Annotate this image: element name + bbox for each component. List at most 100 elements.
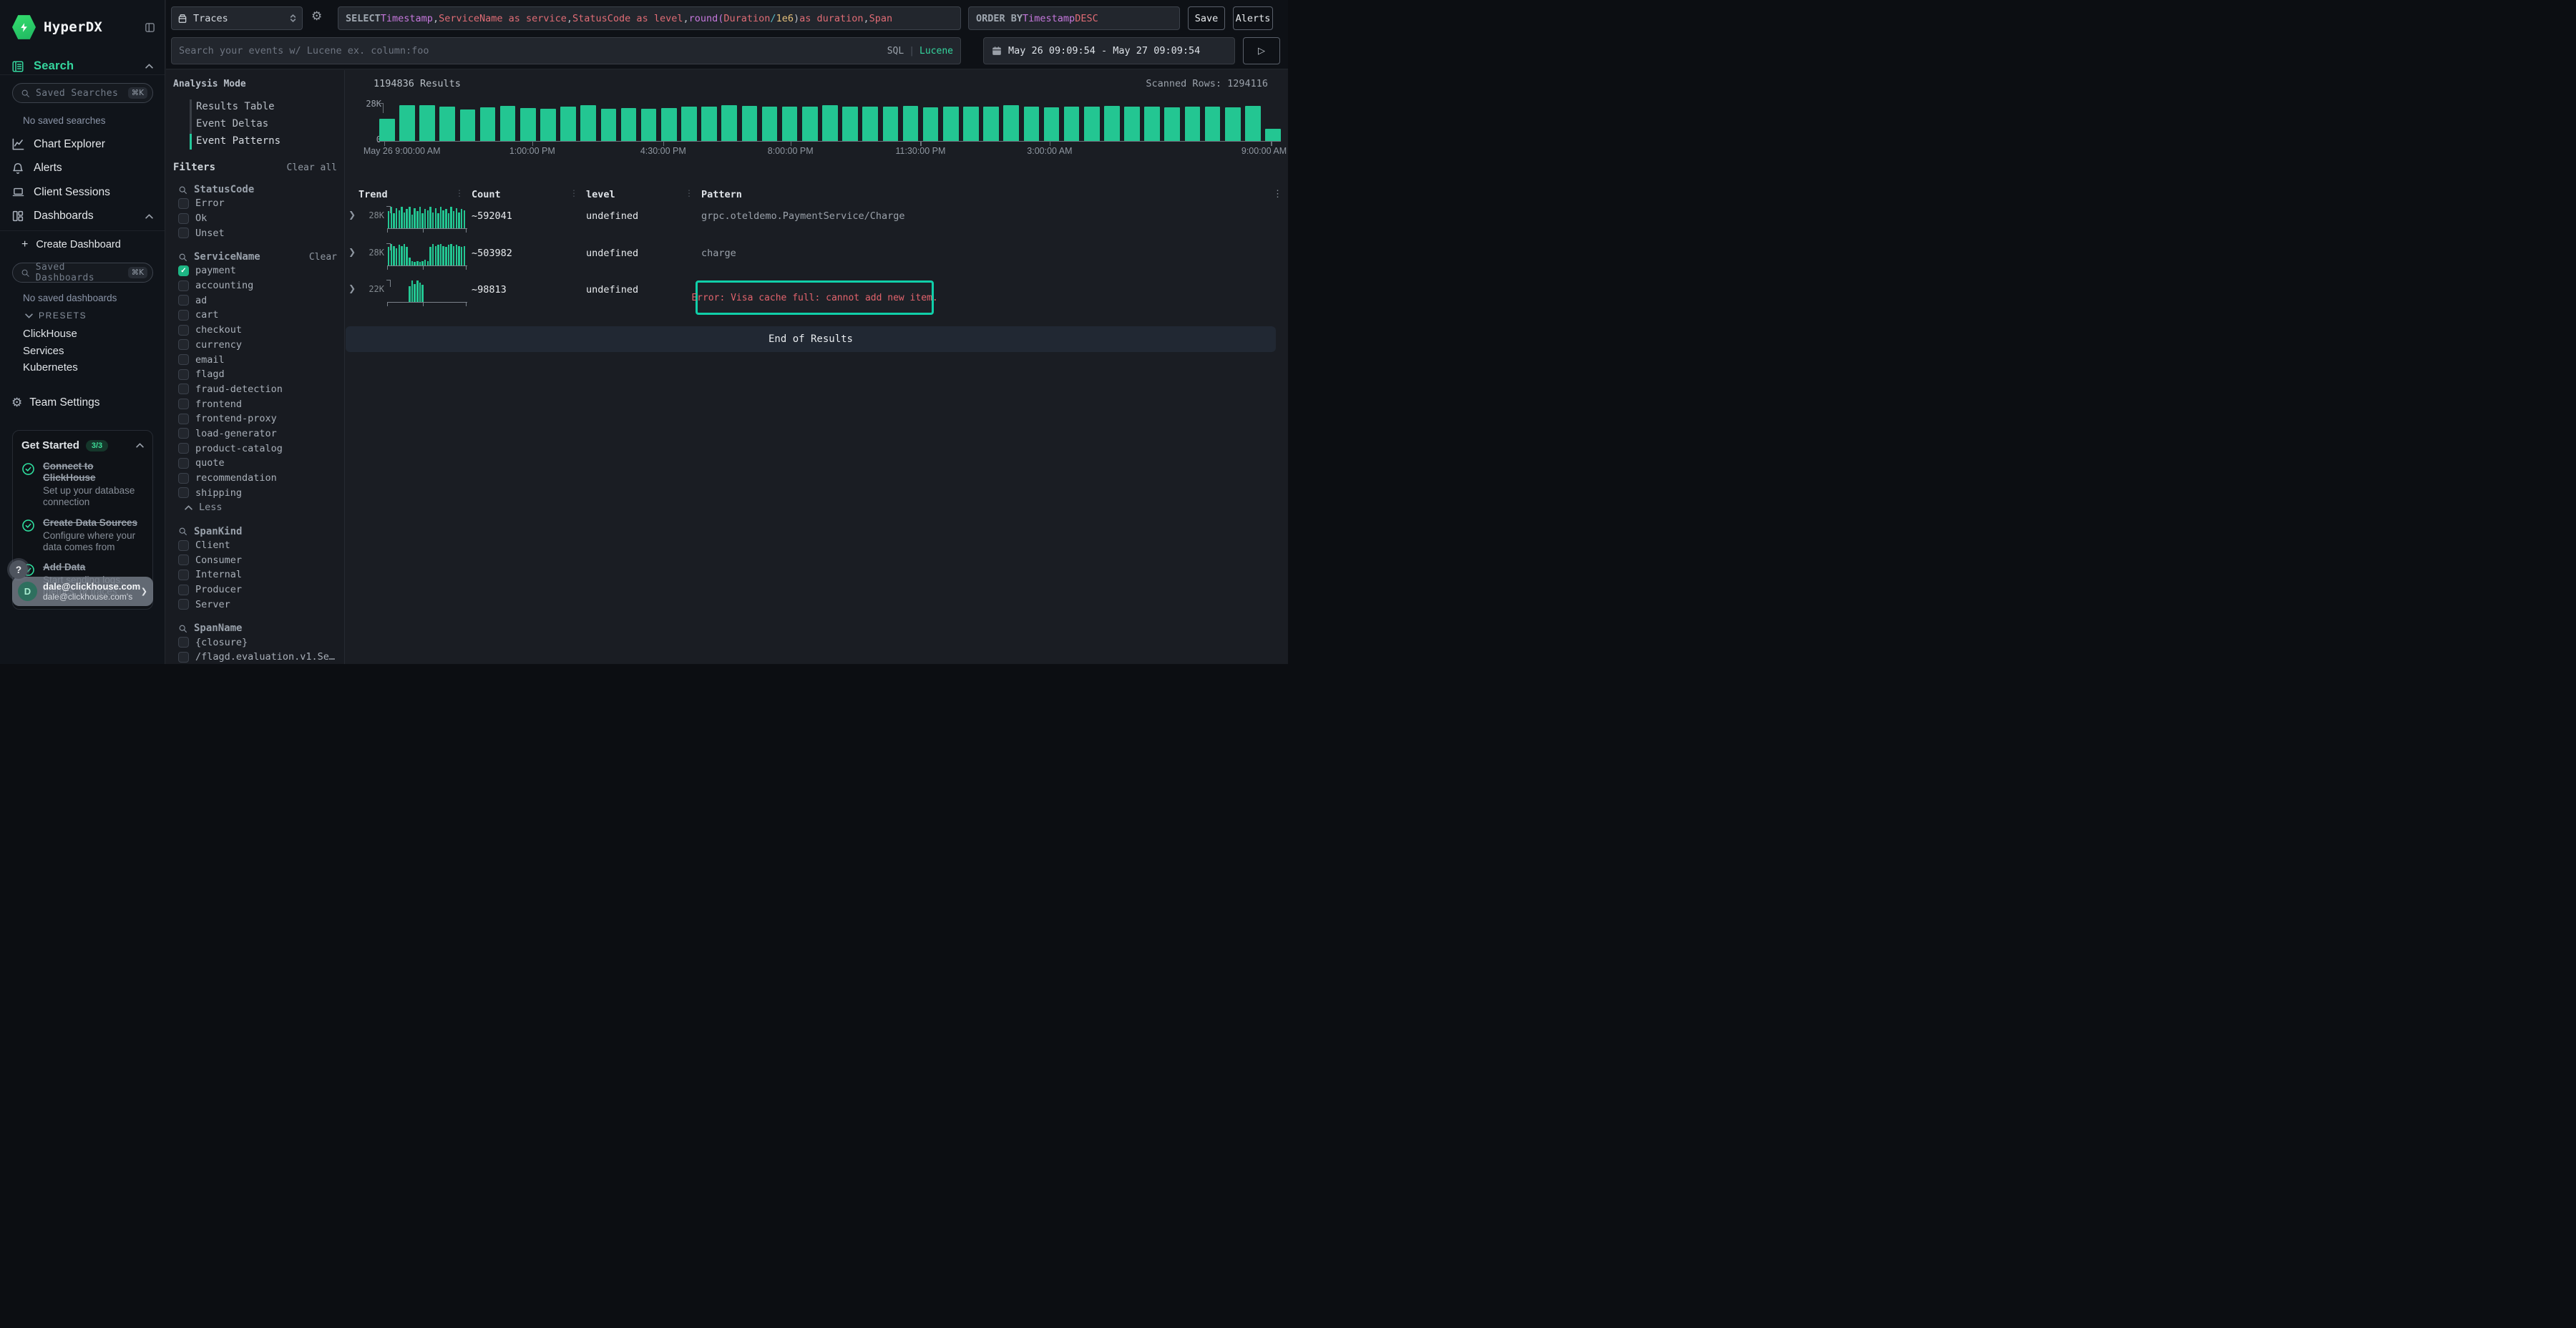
filter-option-frontend-proxy[interactable]: frontend-proxy	[166, 411, 344, 426]
checkbox-unchecked[interactable]	[178, 384, 189, 394]
filter-option-accounting[interactable]: accounting	[166, 278, 344, 293]
histogram-bar[interactable]	[903, 106, 919, 141]
source-select[interactable]: Traces	[171, 6, 303, 30]
filter-option-error[interactable]: Error	[166, 196, 344, 211]
histogram-bar[interactable]	[862, 107, 878, 141]
histogram-bar[interactable]	[480, 107, 496, 141]
create-dashboard-button[interactable]: + Create Dashboard	[21, 238, 121, 252]
filter-option-fraud-detection[interactable]: fraud-detection	[166, 382, 344, 397]
sidebar-item-team-settings[interactable]: ⚙ Team Settings	[11, 394, 99, 412]
checkbox-checked[interactable]: ✓	[178, 265, 189, 276]
save-button[interactable]: Save	[1188, 6, 1225, 30]
sidebar-item-client-sessions[interactable]: Client Sessions	[0, 180, 165, 205]
sidebar-item-alerts[interactable]: Alerts	[0, 157, 165, 181]
checkbox-unchecked[interactable]	[178, 339, 189, 350]
histogram-bar[interactable]	[742, 106, 758, 141]
checkbox-unchecked[interactable]	[178, 585, 189, 595]
clear-all-filters-link[interactable]: Clear all	[287, 162, 337, 173]
filter-option-shipping[interactable]: shipping	[166, 485, 344, 500]
filter-option-currency[interactable]: currency	[166, 338, 344, 353]
column-header-trend[interactable]: Trend	[358, 189, 388, 200]
filter-option-product-catalog[interactable]: product-catalog	[166, 441, 344, 456]
histogram-bar[interactable]	[1024, 107, 1040, 141]
histogram-bar[interactable]	[1144, 107, 1160, 141]
checkbox-unchecked[interactable]	[178, 399, 189, 409]
checkbox-unchecked[interactable]	[178, 325, 189, 336]
search-icon[interactable]	[178, 253, 187, 262]
histogram-bar[interactable]	[1265, 129, 1281, 141]
histogram-bar[interactable]	[963, 107, 979, 140]
histogram-bar[interactable]	[802, 107, 818, 141]
filter-option-frontend[interactable]: frontend	[166, 396, 344, 411]
filter-option-ad[interactable]: ad	[166, 293, 344, 308]
histogram-bar[interactable]	[1185, 107, 1201, 140]
histogram-bar[interactable]	[1064, 107, 1080, 140]
run-query-button[interactable]: ▷	[1243, 37, 1280, 64]
analysis-mode-event-patterns[interactable]: Event Patterns	[190, 132, 344, 150]
histogram-bar[interactable]	[1124, 107, 1140, 140]
checkbox-unchecked[interactable]	[178, 555, 189, 565]
checkbox-unchecked[interactable]	[178, 310, 189, 321]
column-header-count[interactable]: Count	[472, 189, 501, 200]
histogram-bar[interactable]	[1104, 106, 1120, 141]
preset-kubernetes[interactable]: Kubernetes	[23, 361, 78, 374]
column-drag-handle-icon[interactable]: ⋮	[570, 188, 578, 198]
presets-toggle[interactable]: PRESETS	[25, 311, 87, 321]
saved-searches-input[interactable]: Saved Searches ⌘K	[12, 83, 153, 103]
search-icon[interactable]	[178, 185, 187, 195]
sidebar-item-search[interactable]: Search	[0, 57, 165, 75]
checkbox-unchecked[interactable]	[178, 369, 189, 380]
histogram-bar[interactable]	[782, 107, 798, 140]
filter-option-ok[interactable]: Ok	[166, 211, 344, 226]
filter-group-clear-link[interactable]: Clear	[309, 252, 337, 263]
checkbox-unchecked[interactable]	[178, 428, 189, 439]
filter-option-internal[interactable]: Internal	[166, 567, 344, 582]
histogram-bar[interactable]	[701, 107, 717, 141]
histogram-bar[interactable]	[641, 109, 657, 141]
alerts-button[interactable]: Alerts	[1233, 6, 1273, 30]
checkbox-unchecked[interactable]	[178, 213, 189, 224]
checkbox-unchecked[interactable]	[178, 473, 189, 484]
histogram-bar[interactable]	[379, 119, 395, 141]
get-started-header[interactable]: Get Started 3/3	[21, 439, 144, 451]
checkbox-unchecked[interactable]	[178, 280, 189, 291]
filter-option-recommendation[interactable]: recommendation	[166, 471, 344, 486]
filter-option-payment[interactable]: ✓payment	[166, 263, 344, 278]
filter-option-cart[interactable]: cart	[166, 308, 344, 323]
search-icon[interactable]	[178, 527, 187, 536]
histogram-bar[interactable]	[1225, 107, 1241, 141]
histogram-bar[interactable]	[721, 105, 737, 141]
checkbox-unchecked[interactable]	[178, 295, 189, 306]
histogram-bar[interactable]	[500, 106, 516, 141]
checkbox-unchecked[interactable]	[178, 599, 189, 610]
histogram-bar[interactable]	[842, 107, 858, 140]
search-icon[interactable]	[178, 624, 187, 633]
histogram-bar[interactable]	[1084, 107, 1100, 141]
histogram-bar[interactable]	[661, 108, 677, 140]
filter-option-unset[interactable]: Unset	[166, 225, 344, 240]
checkbox-unchecked[interactable]	[178, 487, 189, 498]
show-less-toggle[interactable]: Less	[166, 500, 344, 515]
preset-services[interactable]: Services	[23, 345, 64, 357]
filter-option-email[interactable]: email	[166, 352, 344, 367]
histogram-bar[interactable]	[621, 108, 637, 140]
histogram-bar[interactable]	[943, 107, 959, 141]
date-range-picker[interactable]: May 26 09:09:54 - May 27 09:09:54	[983, 37, 1235, 64]
checkbox-unchecked[interactable]	[178, 637, 189, 648]
row-expand-chevron-icon[interactable]: ❯	[348, 210, 356, 220]
checkbox-unchecked[interactable]	[178, 414, 189, 424]
histogram-bar[interactable]	[1205, 107, 1221, 141]
histogram-bar[interactable]	[883, 107, 899, 141]
help-button[interactable]: ?	[9, 560, 28, 579]
histogram-bar[interactable]	[399, 105, 415, 141]
results-histogram[interactable]: 28K 0 May 26 9:00:00 AM1:00:00 PM4:30:00…	[346, 70, 1288, 160]
filter-option-consumer[interactable]: Consumer	[166, 552, 344, 567]
checkbox-unchecked[interactable]	[178, 652, 189, 663]
row-expand-chevron-icon[interactable]: ❯	[348, 247, 356, 257]
filter-option-quote[interactable]: quote	[166, 456, 344, 471]
filter-option-flagd[interactable]: flagd	[166, 367, 344, 382]
sidebar-collapse-icon[interactable]	[144, 22, 156, 33]
histogram-bar[interactable]	[560, 107, 576, 141]
filter-option-server[interactable]: Server	[166, 597, 344, 612]
histogram-bar[interactable]	[460, 109, 476, 141]
